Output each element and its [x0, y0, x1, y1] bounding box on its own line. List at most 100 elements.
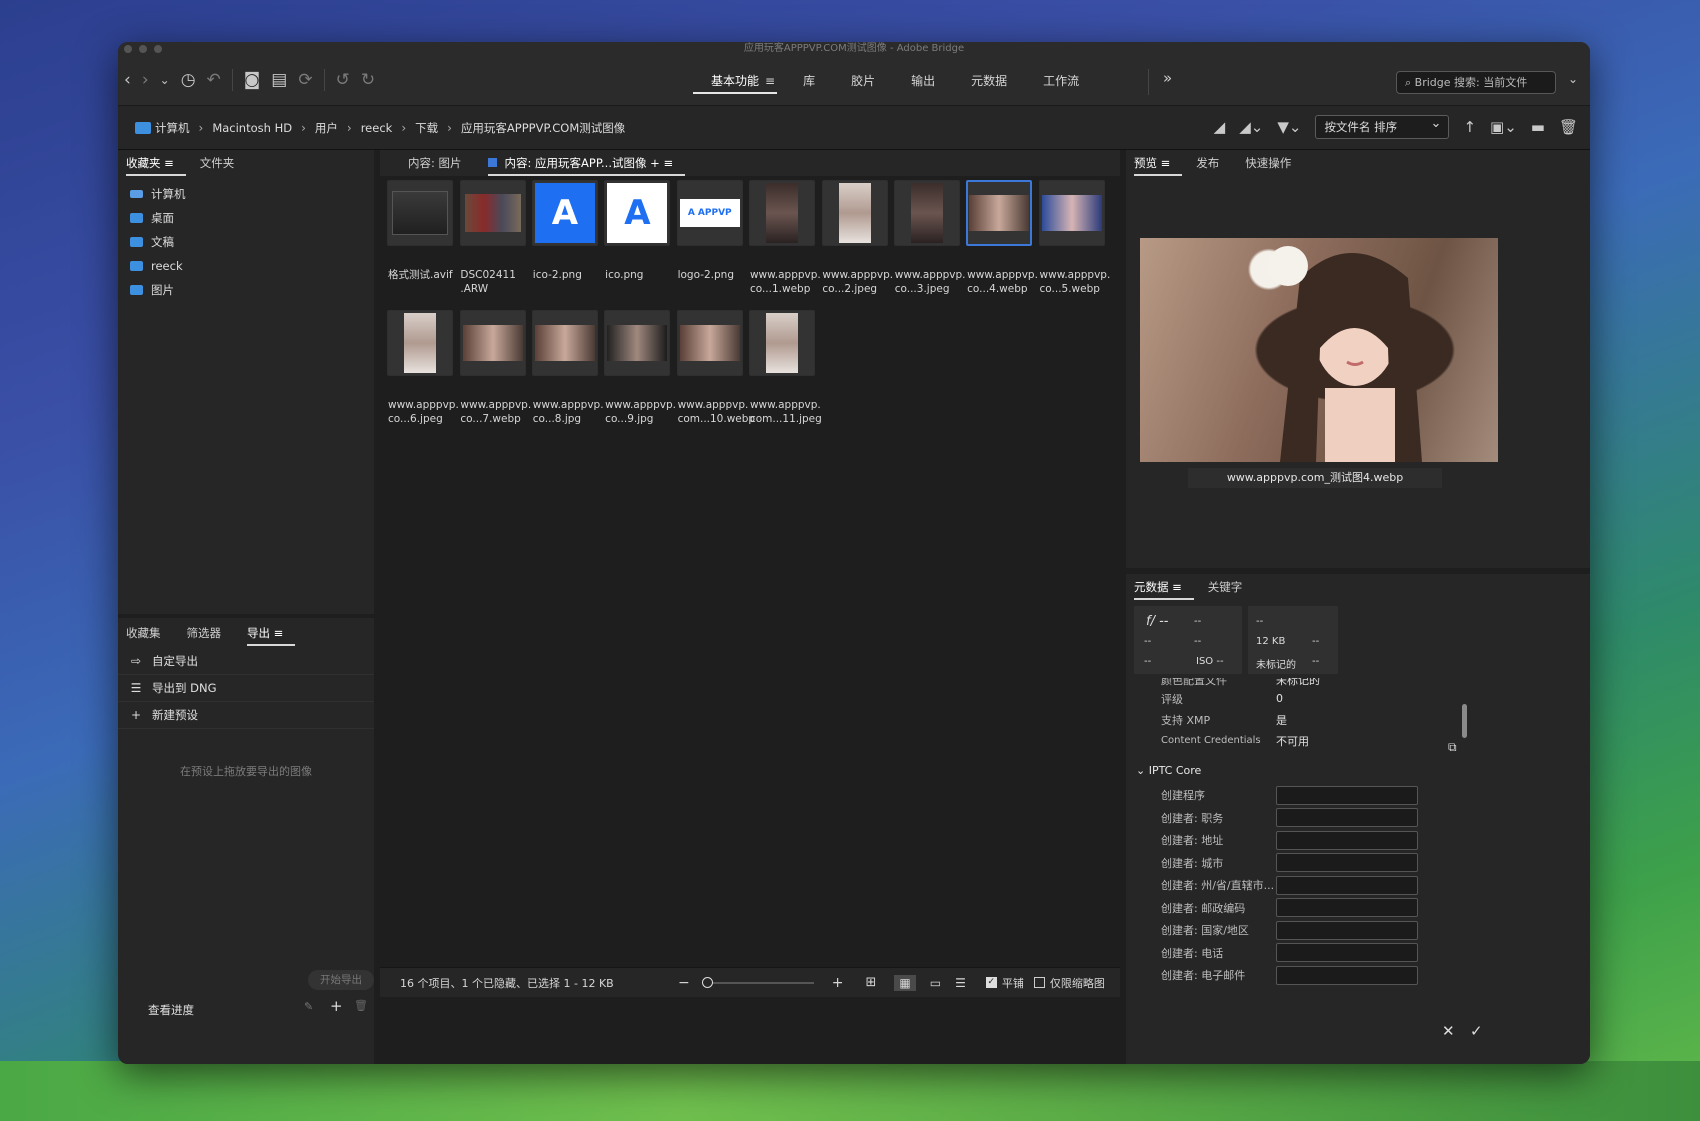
thumbnail-item[interactable]: www.apppvp. co...1.webp — [746, 180, 821, 310]
thumbnail-item[interactable]: www.apppvp. co...7.webp — [456, 310, 531, 440]
cancel-close-icon[interactable]: ✕ — [1442, 1022, 1455, 1040]
thumbnail-image[interactable] — [676, 310, 743, 376]
rotate-sync-icon[interactable]: ⟳ — [298, 70, 312, 90]
tab-quick-actions[interactable]: 快速操作 — [1245, 150, 1303, 176]
lock-grid-icon[interactable]: ⊞ — [865, 975, 876, 990]
boomerang-icon[interactable]: ↶ — [207, 70, 221, 90]
workspace-tab-filmstrip[interactable]: 胶片 — [833, 72, 893, 94]
thumbnail-item[interactable]: Aico.png — [601, 180, 673, 310]
metadata-scrollbar[interactable] — [1462, 704, 1467, 738]
forward-icon[interactable]: › — [142, 70, 149, 90]
iptc-field-input[interactable] — [1276, 965, 1418, 985]
rotate-left-icon[interactable]: ↺ — [336, 70, 350, 90]
favorite-computer[interactable]: 计算机 — [118, 182, 374, 206]
minimize-window-button[interactable] — [139, 45, 147, 53]
workspace-tab-library[interactable]: 库 — [785, 72, 833, 94]
workspace-tab-output[interactable]: 输出 — [893, 72, 953, 94]
thumbnail-image[interactable] — [821, 180, 888, 246]
iptc-core-section[interactable]: ⌄ IPTC Core — [1136, 764, 1201, 777]
zoom-in-icon[interactable]: + — [832, 975, 844, 991]
iptc-field-input[interactable] — [1276, 808, 1418, 828]
thumbnail-item[interactable]: www.apppvp. co...3.jpeg — [891, 180, 966, 310]
tab-keywords[interactable]: 关键字 — [1208, 574, 1255, 600]
thumbnail-item[interactable]: www.apppvp. co...4.webp — [963, 180, 1038, 310]
slider-handle[interactable] — [701, 976, 713, 988]
refine-icon[interactable]: ▤ — [271, 70, 287, 90]
external-link-icon[interactable]: ⧉ — [1448, 740, 1457, 755]
search-options-chevron-icon[interactable]: ⌄ — [1568, 72, 1578, 86]
tab-content-pictures[interactable]: 内容: 图片 — [408, 150, 474, 176]
thumbnail-image[interactable] — [531, 310, 598, 376]
favorite-documents[interactable]: 文稿 — [118, 230, 374, 254]
export-to-dng[interactable]: ☰ 导出到 DNG — [118, 675, 374, 702]
view-progress-link[interactable]: 查看进度 — [148, 1002, 194, 1018]
export-custom[interactable]: ⇨ 自定导出 — [118, 648, 374, 675]
trash-icon[interactable]: 🗑 — [1559, 118, 1578, 136]
thumbnail-image[interactable] — [893, 180, 960, 246]
thumbnail-item[interactable]: www.apppvp. co...2.jpeg — [818, 180, 893, 310]
thumbnail-item[interactable]: 格式测试.avif — [384, 180, 456, 310]
tab-export[interactable]: 导出 ≡ — [247, 620, 296, 646]
favorite-desktop[interactable]: 桌面 — [118, 206, 374, 230]
quality-icon[interactable]: ◢ — [1214, 118, 1226, 136]
workspace-tab-workflow[interactable]: 工作流 — [1025, 72, 1097, 94]
filter-icon[interactable]: ▼⌄ — [1277, 118, 1301, 136]
thumbnail-item[interactable]: www.apppvp. co...8.jpg — [529, 310, 604, 440]
tab-folders[interactable]: 文件夹 — [200, 150, 247, 176]
iptc-field-input[interactable] — [1276, 875, 1418, 895]
favorite-pictures[interactable]: 图片 — [118, 278, 374, 302]
thumbnail-image[interactable] — [966, 180, 1033, 246]
close-window-button[interactable] — [124, 45, 132, 53]
thumbnail-item[interactable]: www.apppvp. co...9.jpg — [601, 310, 676, 440]
thumbnail-image[interactable] — [749, 310, 816, 376]
tab-publish[interactable]: 发布 — [1196, 150, 1231, 176]
tab-favorites[interactable]: 收藏夹 ≡ — [126, 150, 186, 176]
breadcrumb-users[interactable]: 用户 — [306, 120, 347, 136]
search-input[interactable]: ⌕ Bridge 搜索: 当前文件 — [1396, 71, 1556, 94]
delete-preset-icon[interactable]: 🗑 — [354, 999, 368, 1012]
thumbnail-item[interactable]: www.apppvp. co...6.jpeg — [384, 310, 459, 440]
thumbnail-image[interactable]: A APPVP — [676, 180, 743, 246]
favorite-reeck[interactable]: reeck — [118, 254, 374, 278]
add-preset-plus-icon[interactable]: + — [330, 997, 343, 1015]
view-details-icon[interactable]: ▭ — [930, 976, 941, 990]
thumbnail-item[interactable]: A APPVP logo-2.png — [674, 180, 746, 310]
thumbnail-item[interactable]: www.apppvp. com...10.webp — [674, 310, 755, 440]
rating-filter-icon[interactable]: ◢⌄ — [1239, 118, 1263, 136]
open-recent-folder-icon[interactable]: ▣⌄ — [1490, 118, 1517, 136]
thumbnail-image[interactable] — [604, 310, 671, 376]
start-export-button[interactable]: 开始导出 — [308, 970, 374, 990]
chevron-down-icon[interactable]: ⌄ — [160, 73, 170, 87]
tab-content-folder[interactable]: 内容: 应用玩客APP...试图像 + ≡ — [487, 150, 686, 176]
tile-checkbox[interactable]: ✓ — [985, 977, 997, 988]
thumbnail-image[interactable] — [387, 310, 454, 376]
back-icon[interactable]: ‹ — [124, 70, 131, 90]
tab-collections[interactable]: 收藏集 — [126, 620, 173, 646]
view-thumbnails-icon[interactable]: ▦ — [894, 974, 916, 991]
breadcrumb-reeck[interactable]: reeck — [352, 121, 402, 135]
iptc-field-input[interactable] — [1276, 943, 1418, 963]
iptc-field-input[interactable] — [1276, 920, 1418, 940]
thumbnail-item[interactable]: Aico-2.png — [529, 180, 601, 310]
recent-history-icon[interactable]: ◷ — [181, 70, 196, 90]
thumbnail-image[interactable]: A — [604, 180, 671, 246]
breadcrumb-macintosh-hd[interactable]: Macintosh HD — [203, 121, 301, 135]
thumbnail-image[interactable]: A — [531, 180, 598, 246]
breadcrumb-current-folder[interactable]: 应用玩客APPPVP.COM测试图像 — [452, 120, 634, 136]
tab-metadata[interactable]: 元数据 ≡ — [1134, 574, 1194, 600]
iptc-field-input[interactable] — [1276, 898, 1418, 918]
workspace-tab-metadata[interactable]: 元数据 — [953, 72, 1025, 94]
thumbnail-image[interactable] — [459, 180, 526, 246]
thumb-only-checkbox[interactable] — [1033, 977, 1045, 988]
thumbnail-image[interactable] — [1038, 180, 1105, 246]
sort-dropdown[interactable]: 按文件名 排序 — [1315, 113, 1450, 139]
thumbnail-item[interactable]: www.apppvp. com...11.jpeg — [746, 310, 822, 440]
thumbnail-size-slider[interactable] — [701, 976, 814, 988]
edit-icon[interactable]: ✎ — [304, 1000, 313, 1013]
zoom-out-icon[interactable]: − — [678, 975, 690, 991]
breadcrumb-downloads[interactable]: 下载 — [406, 120, 447, 136]
apply-check-icon[interactable]: ✓ — [1470, 1022, 1483, 1040]
camera-import-icon[interactable]: ◙ — [244, 70, 261, 90]
rotate-right-icon[interactable]: ↻ — [361, 70, 375, 90]
new-preset[interactable]: + 新建预设 — [118, 702, 374, 729]
